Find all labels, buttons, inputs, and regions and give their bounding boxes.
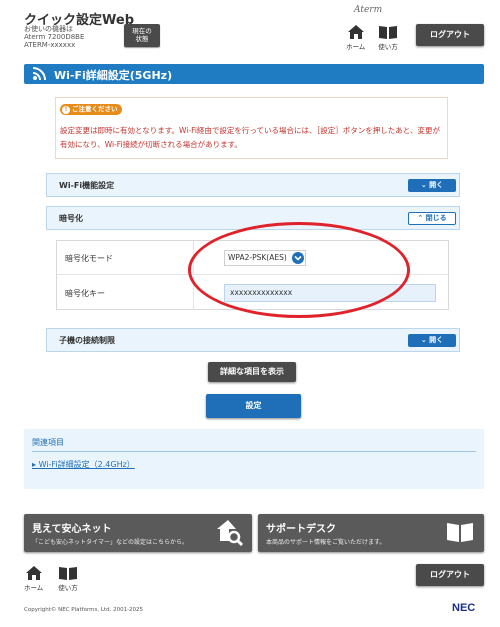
encryption-close-button[interactable]: ⌃ 閉じる — [408, 212, 456, 225]
notice-text: 設定変更は即時に有効となります。Wi-Fi経由で設定を行っている場合には、［設定… — [60, 126, 440, 149]
support-desk-banner[interactable]: サポートデスク 本商品のサポート情報をご覧いただけます。 — [258, 514, 484, 552]
device-name: ATERM-xxxxxx — [24, 41, 76, 49]
home-nav[interactable]: ホーム — [346, 24, 365, 51]
help-nav[interactable]: 使い方 — [378, 24, 398, 51]
chevron-up-icon: ⌃ — [417, 214, 424, 222]
notice-badge-label: ご注意ください — [72, 105, 118, 113]
chevron-down-icon: ⌄ — [420, 336, 427, 344]
logout-button[interactable]: ログアウト — [416, 24, 484, 46]
wifi-icon — [32, 67, 46, 81]
footer-help-nav[interactable]: 使い方 — [58, 565, 78, 592]
book-icon — [379, 26, 397, 39]
section-wifi-function-label: Wi-Fi機能設定 — [59, 181, 115, 190]
home-icon — [347, 25, 364, 39]
footer-logout-button[interactable]: ログアウト — [416, 564, 484, 586]
section-encryption-label: 暗号化 — [59, 214, 83, 223]
device-info-line: お使いの機器は — [24, 25, 73, 33]
book-icon — [447, 523, 473, 542]
section-client-limit: 子機の接続制限 ⌄ 開く — [46, 328, 460, 352]
nec-logo: NEC — [452, 602, 476, 614]
notice-box: ! ご注意ください 設定変更は即時に有効となります。Wi-Fi経由で設定を行ってい… — [55, 97, 448, 159]
safety-net-desc: 「こども安心ネットタイマー」などの設定はこちらから。 — [32, 539, 189, 546]
help-label: 使い方 — [378, 43, 398, 51]
safety-net-banner[interactable]: 見えて安心ネット 「こども安心ネットタイマー」などの設定はこちらから。 — [24, 514, 252, 552]
page-title: Wi-Fi詳細設定(5GHz) — [54, 69, 173, 82]
client-limit-open-button[interactable]: ⌄ 開く — [408, 334, 456, 347]
show-details-button[interactable]: 詳細な項目を表示 — [208, 362, 296, 382]
aterm-logo: Aterm — [354, 5, 383, 15]
exclamation-icon: ! — [62, 106, 70, 114]
apply-button[interactable]: 設定 — [206, 394, 301, 418]
page-title-bar: Wi-Fi詳細設定(5GHz) — [24, 64, 484, 84]
header: クイック設定Web お使いの機器は Aterm 7200D8BE ATERM-x… — [0, 0, 500, 54]
footer-help-label: 使い方 — [58, 584, 78, 592]
home-icon — [25, 566, 42, 580]
related-link-wifi-2-4ghz[interactable]: ▸ Wi-Fi詳細設定（2.4GHz） — [32, 459, 135, 470]
encryption-key-label: 暗号化キー — [65, 289, 105, 298]
wifi-function-open-button[interactable]: ⌄ 開く — [408, 179, 456, 192]
section-wifi-function: Wi-Fi機能設定 ⌄ 開く — [46, 173, 460, 197]
related-panel: 関連項目 ▸ Wi-Fi詳細設定（2.4GHz） — [24, 429, 484, 489]
divider — [32, 451, 476, 452]
book-icon — [59, 567, 77, 580]
support-desk-desc: 本商品のサポート情報をご覧いただけます。 — [266, 539, 386, 546]
related-heading: 関連項目 — [32, 438, 64, 447]
status-button-label-2: 状態 — [135, 35, 149, 43]
chevron-down-icon: ⌄ — [420, 181, 427, 189]
home-label: ホーム — [346, 43, 366, 51]
house-search-icon — [217, 520, 244, 547]
related-link-label: Wi-Fi詳細設定（2.4GHz） — [38, 460, 135, 469]
toggle-label: 開く — [429, 336, 444, 344]
device-info: お使いの機器は Aterm 7200D8BE ATERM-xxxxxx — [24, 25, 84, 49]
device-model: Aterm 7200D8BE — [24, 33, 85, 41]
footer-home-nav[interactable]: ホーム — [24, 565, 43, 592]
notice-badge: ! ご注意ください — [60, 104, 122, 115]
copyright: Copyright© NEC Platforms, Ltd. 2001-2025 — [24, 607, 144, 613]
current-status-button[interactable]: 現在の 状態 — [124, 24, 160, 47]
toggle-label: 開く — [429, 181, 444, 189]
support-desk-title: サポートデスク — [266, 524, 336, 535]
toggle-label: 閉じる — [425, 214, 447, 222]
safety-net-title: 見えて安心ネット — [32, 524, 112, 535]
annotation-circle — [188, 222, 410, 318]
section-client-limit-label: 子機の接続制限 — [59, 336, 115, 345]
footer-home-label: ホーム — [24, 584, 44, 592]
encryption-mode-label: 暗号化モード — [65, 254, 113, 263]
status-button-label-1: 現在の — [132, 27, 152, 35]
